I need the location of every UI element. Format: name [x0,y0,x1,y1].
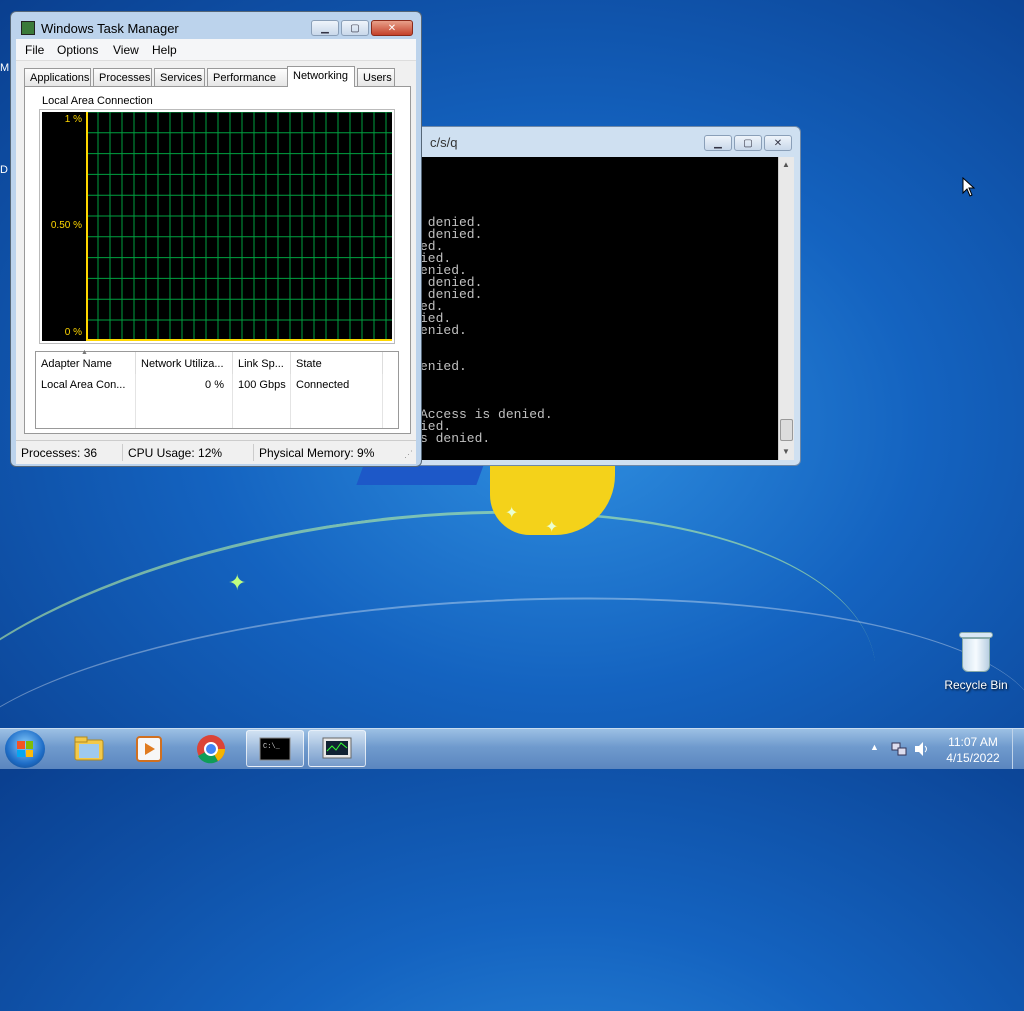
cell-state: Connected [296,379,350,391]
desktop-icon-label-partial[interactable]: D [0,164,8,176]
console-line: ed. [420,239,444,254]
chrome-icon [197,735,225,764]
menu-file[interactable]: File [25,43,44,57]
system-clock[interactable]: 11:07 AM 4/15/2022 [940,734,1006,766]
console-line: ed. [420,299,444,314]
adapter-list[interactable]: Adapter Name ▲ Network Utiliza... Link S… [35,349,399,429]
mouse-cursor-icon [962,177,976,197]
console-line: enied. [420,359,467,374]
task-manager-window[interactable]: Windows Task Manager ▁ ▢ ✕ File Options … [10,11,422,467]
recycle-bin-icon [959,630,993,674]
scroll-up-icon[interactable]: ▲ [782,160,790,169]
show-desktop-button[interactable] [1012,729,1024,769]
folder-icon [74,736,104,761]
console-line: denied. [420,227,483,242]
start-button[interactable] [5,730,45,768]
taskbar-chrome[interactable] [182,730,240,767]
graph-y-label-mid: 0.50 % [50,220,82,231]
sparkle-icon: ✦ [545,519,559,536]
minimize-button[interactable]: ▁ [704,135,732,151]
console-line: Access is denied. [420,407,553,422]
cell-utilization: 0 % [205,379,224,391]
window-title: Windows Task Manager [41,21,179,36]
taskbar: C:\_ ▲ 11:07 AM 4/15/2022 [0,728,1024,769]
tab-users[interactable]: Users [357,68,395,86]
scrollbar-thumb[interactable] [780,419,793,441]
status-cpu: CPU Usage: 12% [128,446,223,460]
network-graph: 1 % 0.50 % 0 % [42,112,392,341]
graph-y-label-max: 1 % [64,114,82,125]
sparkle-icon: ✦ [505,505,519,522]
status-processes: Processes: 36 [21,446,98,460]
close-button[interactable]: ✕ [764,135,792,151]
resize-grip-icon[interactable]: ⋰ [404,449,413,460]
tab-services[interactable]: Services [154,68,205,86]
column-link-speed[interactable]: Link Sp... [233,352,291,374]
status-memory: Physical Memory: 9% [259,446,375,460]
column-adapter-name[interactable]: Adapter Name ▲ [36,349,136,374]
windows-logo-icon [17,741,33,757]
minimize-button[interactable]: ▁ [311,20,339,36]
network-icon[interactable] [890,740,908,758]
console-line: ied. [420,251,452,266]
sparkle-icon: ✦ [228,570,247,595]
close-button[interactable]: ✕ [371,20,413,36]
tab-applications[interactable]: Applications [24,68,91,86]
tab-processes[interactable]: Processes [93,68,152,86]
graph-grid [86,112,392,341]
cmd-window[interactable]: c/s/q ▁ ▢ ✕ denied. denied. ed. ied. eni… [405,126,801,466]
recycle-bin[interactable]: Recycle Bin [942,630,1010,692]
network-graph-frame: 1 % 0.50 % 0 % [39,109,395,344]
taskbar-task-manager[interactable] [308,730,366,767]
svg-text:C:\_: C:\_ [263,743,281,751]
taskbar-explorer[interactable] [60,730,118,767]
taskbar-cmd[interactable]: C:\_ [246,730,304,767]
menu-view[interactable]: View [113,43,139,57]
desktop-icon-label-partial[interactable]: M [0,62,9,74]
console-line: enied. [420,323,467,338]
connection-label: Local Area Connection [42,95,153,107]
menu-options[interactable]: Options [57,43,98,57]
menu-bar: File Options View Help [16,39,416,61]
status-bar: Processes: 36 CPU Usage: 12% Physical Me… [16,440,416,464]
clock-time: 11:07 AM [948,735,998,749]
maximize-button[interactable]: ▢ [734,135,762,151]
clock-date: 4/15/2022 [946,751,1000,765]
tab-networking[interactable]: Networking [287,66,355,87]
column-network-utilization[interactable]: Network Utiliza... [136,352,233,374]
scroll-down-icon[interactable]: ▼ [782,447,790,456]
column-state[interactable]: State [291,352,383,374]
graph-y-label-min: 0 % [64,327,82,338]
task-manager-icon [322,737,352,759]
maximize-button[interactable]: ▢ [341,20,369,36]
console-line: ied. [420,311,452,326]
console-line: denied. [420,287,483,302]
cell-link-speed: 100 Gbps [238,379,286,391]
taskbar-media-player[interactable] [120,730,178,767]
networking-panel: Local Area Connection 1 % 0.50 % 0 % Ada… [24,86,411,434]
recycle-bin-label: Recycle Bin [944,678,1008,692]
column-label: Adapter Name [41,358,112,370]
sort-asc-icon: ▲ [81,349,88,356]
tab-performance[interactable]: Performance [207,68,288,86]
volume-icon[interactable] [913,740,931,758]
wallpaper-logo-blue [356,465,484,485]
cmd-window-title: c/s/q [430,135,458,150]
cell-adapter: Local Area Con... [41,379,126,391]
vertical-scrollbar[interactable]: ▲ ▼ [778,157,794,460]
show-hidden-icons-button[interactable]: ▲ [870,742,879,752]
menu-help[interactable]: Help [152,43,177,57]
console-output[interactable]: denied. denied. ed. ied. enied. denied. … [420,157,778,460]
media-player-icon [136,736,162,762]
console-line: s denied. [420,431,491,446]
cmd-icon: C:\_ [259,737,291,761]
task-manager-icon [21,21,35,35]
